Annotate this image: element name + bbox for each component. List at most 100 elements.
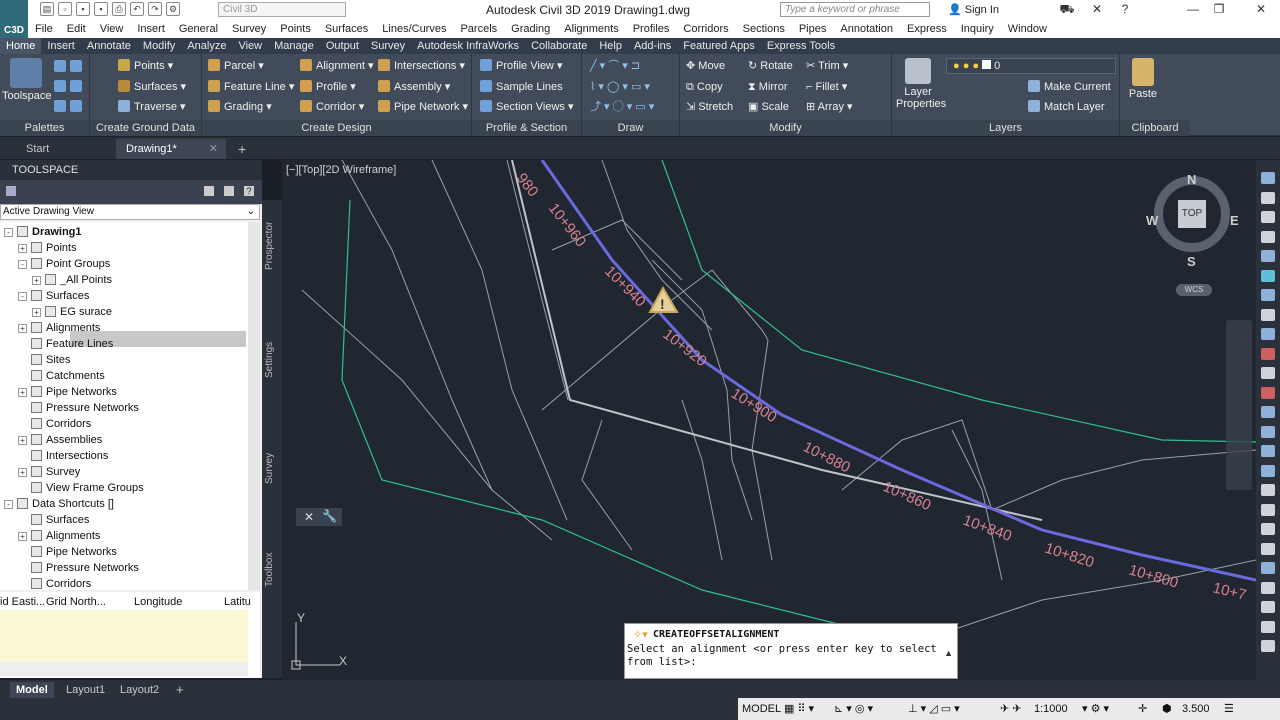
- app-logo[interactable]: C3D: [0, 0, 28, 40]
- expand-toggle-icon[interactable]: +: [18, 468, 27, 477]
- properties-icon[interactable]: [54, 60, 66, 72]
- tool-icon[interactable]: [1261, 640, 1275, 652]
- fillet-button[interactable]: ⌐ Fillet ▾: [806, 78, 847, 96]
- tree-item[interactable]: + _All Points: [32, 272, 112, 288]
- menu-sections[interactable]: Sections: [736, 20, 792, 38]
- parcel-button[interactable]: Parcel ▾: [208, 57, 264, 75]
- tree-item[interactable]: Pressure Networks: [18, 400, 139, 416]
- draw-tools-row-1[interactable]: ╱ ▾ ⌒ ▾ ⊐: [590, 57, 640, 75]
- menu-survey[interactable]: Survey: [225, 20, 273, 38]
- sign-in-button[interactable]: 👤 Sign In: [948, 3, 999, 16]
- tool-palettes-icon[interactable]: [70, 80, 82, 92]
- tool-icon[interactable]: [1261, 230, 1275, 243]
- expand-toggle-icon[interactable]: -: [4, 500, 13, 509]
- ribbon-tab-manage[interactable]: Manage: [268, 38, 320, 54]
- tree-item[interactable]: Pipe Networks: [18, 544, 117, 560]
- ribbon-tab-collaborate[interactable]: Collaborate: [525, 38, 593, 54]
- ribbon-tab-insert[interactable]: Insert: [41, 38, 81, 54]
- tool-icon[interactable]: [1261, 503, 1275, 516]
- paste-button[interactable]: Paste: [1126, 58, 1160, 100]
- expand-toggle-icon[interactable]: -: [18, 292, 27, 301]
- compass-w[interactable]: W: [1146, 213, 1158, 228]
- mirror-button[interactable]: ⧗ Mirror: [748, 78, 788, 96]
- menu-file[interactable]: File: [28, 20, 60, 38]
- expand-toggle-icon[interactable]: +: [18, 388, 27, 397]
- cube-icon[interactable]: ⬢: [1162, 701, 1172, 717]
- scale-button[interactable]: ▣ Scale: [748, 98, 789, 116]
- stretch-button[interactable]: ⇲ Stretch: [686, 98, 733, 116]
- tree-item[interactable]: + Points: [18, 240, 77, 256]
- ribbon-tab-survey[interactable]: Survey: [365, 38, 411, 54]
- feature-line-button[interactable]: Feature Line ▾: [208, 78, 294, 96]
- create-design-panel-title[interactable]: Create Design: [202, 120, 471, 136]
- compass-s[interactable]: S: [1187, 254, 1196, 269]
- gear-icon[interactable]: ⚙: [166, 2, 180, 16]
- palettes-panel-title[interactable]: Palettes: [0, 120, 89, 136]
- menu-surfaces[interactable]: Surfaces: [318, 20, 375, 38]
- tool-icon[interactable]: [1261, 484, 1275, 496]
- menu-insert[interactable]: Insert: [130, 20, 172, 38]
- new-icon[interactable]: ▫: [58, 2, 72, 16]
- close-icon[interactable]: ✕: [304, 510, 314, 524]
- close-button[interactable]: ✕: [1250, 2, 1272, 18]
- close-icon[interactable]: ✕: [209, 139, 218, 159]
- tool-icon[interactable]: [1261, 542, 1275, 555]
- profile-button[interactable]: Profile ▾: [300, 78, 356, 96]
- tree-item[interactable]: + Survey: [18, 464, 80, 480]
- tree-item[interactable]: Corridors: [18, 576, 91, 590]
- trim-button[interactable]: ✂ Trim ▾: [806, 57, 848, 75]
- tree-item[interactable]: + Assemblies: [18, 432, 102, 448]
- open-icon[interactable]: ▤: [40, 2, 54, 16]
- tab-drawing1[interactable]: Drawing1* ✕: [116, 139, 226, 159]
- tree-item[interactable]: Catchments: [18, 368, 105, 384]
- toolspace-list-icon[interactable]: [224, 186, 234, 196]
- surfaces-button[interactable]: Surfaces ▾: [118, 78, 186, 96]
- markup-icon[interactable]: [70, 100, 82, 112]
- move-button[interactable]: ✥ Move: [686, 57, 725, 75]
- save-as-icon[interactable]: ▪: [94, 2, 108, 16]
- tool-icon[interactable]: [1261, 562, 1275, 574]
- workspace-dropdown[interactable]: Civil 3D: [218, 2, 346, 17]
- vtab-toolbox[interactable]: Toolbox: [264, 530, 280, 610]
- tool-icon[interactable]: [1261, 328, 1275, 340]
- clipboard-panel-title[interactable]: Clipboard: [1120, 120, 1190, 136]
- pipe-network-button[interactable]: Pipe Network ▾: [378, 98, 468, 116]
- design-center-icon[interactable]: [54, 80, 66, 92]
- tab-layout1[interactable]: Layout1: [60, 682, 111, 698]
- tree-item[interactable]: View Frame Groups: [18, 480, 144, 496]
- tool-icon[interactable]: [1261, 386, 1275, 399]
- tool-icon[interactable]: [1261, 367, 1275, 379]
- menu-pipes[interactable]: Pipes: [792, 20, 834, 38]
- grading-button[interactable]: Grading ▾: [208, 98, 272, 116]
- profile-view-button[interactable]: Profile View ▾: [480, 57, 562, 75]
- grid-column-header[interactable]: id Easti...: [0, 594, 45, 610]
- draw-panel-title[interactable]: Draw: [582, 120, 679, 136]
- menu-grading[interactable]: Grading: [504, 20, 557, 38]
- menu-parcels[interactable]: Parcels: [453, 20, 504, 38]
- help-icon[interactable]: ?: [1114, 2, 1136, 18]
- vtab-prospector[interactable]: Prospector: [264, 206, 280, 286]
- new-layout-button[interactable]: +: [170, 682, 190, 698]
- menu-inquiry[interactable]: Inquiry: [954, 20, 1001, 38]
- elevation-value[interactable]: 3.500: [1182, 701, 1210, 717]
- toolspace-button[interactable]: Toolspace: [2, 58, 52, 102]
- ribbon-tab-annotate[interactable]: Annotate: [81, 38, 137, 54]
- minimize-button[interactable]: —: [1182, 2, 1204, 18]
- help-icon[interactable]: ?: [244, 186, 254, 196]
- save-icon[interactable]: ▪: [76, 2, 90, 16]
- tab-model[interactable]: Model: [10, 682, 54, 698]
- toolspace-menu-icon[interactable]: [6, 186, 16, 196]
- tree-item[interactable]: Corridors: [18, 416, 91, 432]
- layers-panel-title[interactable]: Layers: [892, 120, 1119, 136]
- gear-icon[interactable]: ▾ ⚙ ▾: [1082, 701, 1109, 717]
- snap-icon[interactable]: ⊾ ▾ ◎ ▾: [834, 701, 873, 717]
- menu-profiles[interactable]: Profiles: [626, 20, 677, 38]
- menu-annotation[interactable]: Annotation: [833, 20, 900, 38]
- tree-item[interactable]: - Data Shortcuts []: [4, 496, 114, 512]
- tool-icon[interactable]: [1261, 289, 1275, 301]
- layer-properties-button[interactable]: Layer Properties: [896, 58, 946, 110]
- grid-column-header[interactable]: Grid North...: [46, 594, 106, 610]
- tool-icon[interactable]: [1261, 347, 1275, 360]
- menu-edit[interactable]: Edit: [60, 20, 93, 38]
- match-layer-button[interactable]: Match Layer: [1028, 98, 1105, 116]
